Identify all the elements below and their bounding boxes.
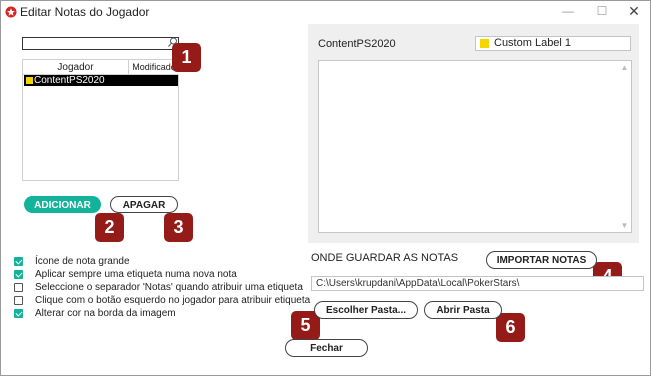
close-button[interactable]: Fechar xyxy=(285,339,368,357)
player-name-cell: ContentPS2020 xyxy=(34,75,105,86)
close-window-button[interactable]: ✕ xyxy=(618,1,650,21)
scroll-down-icon[interactable]: ▼ xyxy=(619,220,630,231)
callout-badge-2: 2 xyxy=(95,213,124,242)
callout-badge-1: 1 xyxy=(172,43,201,72)
window-title: Editar Notas do Jogador xyxy=(20,5,150,19)
dialog-window: Editar Notas do Jogador — ☐ ✕ Jogador Mo… xyxy=(0,0,651,376)
minimize-button[interactable]: — xyxy=(552,1,584,21)
open-folder-button[interactable]: Abrir Pasta xyxy=(424,301,502,319)
option-label: Aplicar sempre uma etiqueta numa nova no… xyxy=(35,269,237,280)
checkbox-checked[interactable] xyxy=(14,309,23,318)
player-list-table: Jogador Modificado ContentPS2020 xyxy=(22,59,179,181)
note-editor-panel: ContentPS2020 Custom Label 1 ▲ ▼ xyxy=(308,24,639,243)
option-label: Alterar cor na borda da imagem xyxy=(35,308,176,319)
selected-player-name: ContentPS2020 xyxy=(318,38,396,50)
scroll-up-icon[interactable]: ▲ xyxy=(619,62,630,73)
save-location-heading: ONDE GUARDAR AS NOTAS xyxy=(311,252,459,264)
callout-badge-6: 6 xyxy=(496,313,525,342)
option-label: Seleccione o separador 'Notas' quando at… xyxy=(35,282,303,293)
callout-badge-3: 3 xyxy=(164,213,193,242)
checkbox-unchecked[interactable] xyxy=(14,283,23,292)
table-row[interactable]: ContentPS2020 xyxy=(24,75,178,86)
checkbox-checked[interactable] xyxy=(14,270,23,279)
label-color-swatch xyxy=(480,39,489,48)
option-label: Clique com o botão esquerdo no jogador p… xyxy=(35,295,311,306)
maximize-button[interactable]: ☐ xyxy=(586,1,618,21)
import-notes-button[interactable]: IMPORTAR NOTAS xyxy=(486,251,597,269)
note-textarea[interactable]: ▲ ▼ xyxy=(318,60,632,233)
option-label: Ícone de nota grande xyxy=(35,256,130,267)
save-path-field[interactable]: C:\Users\krupdani\AppData\Local\PokerSta… xyxy=(311,276,644,291)
column-header-jogador[interactable]: Jogador xyxy=(23,60,129,75)
checkbox-checked[interactable] xyxy=(14,257,23,266)
label-dropdown[interactable]: Custom Label 1 xyxy=(475,36,631,51)
add-button[interactable]: ADICIONAR xyxy=(24,196,101,213)
label-dropdown-value: Custom Label 1 xyxy=(494,37,572,49)
delete-button[interactable]: APAGAR xyxy=(110,196,178,213)
pokerstars-logo-icon xyxy=(5,6,17,18)
title-bar: Editar Notas do Jogador — ☐ ✕ xyxy=(1,1,650,23)
checkbox-unchecked[interactable] xyxy=(14,296,23,305)
search-input[interactable] xyxy=(22,37,179,50)
label-color-swatch xyxy=(26,77,33,84)
choose-folder-button[interactable]: Escolher Pasta... xyxy=(314,301,418,319)
